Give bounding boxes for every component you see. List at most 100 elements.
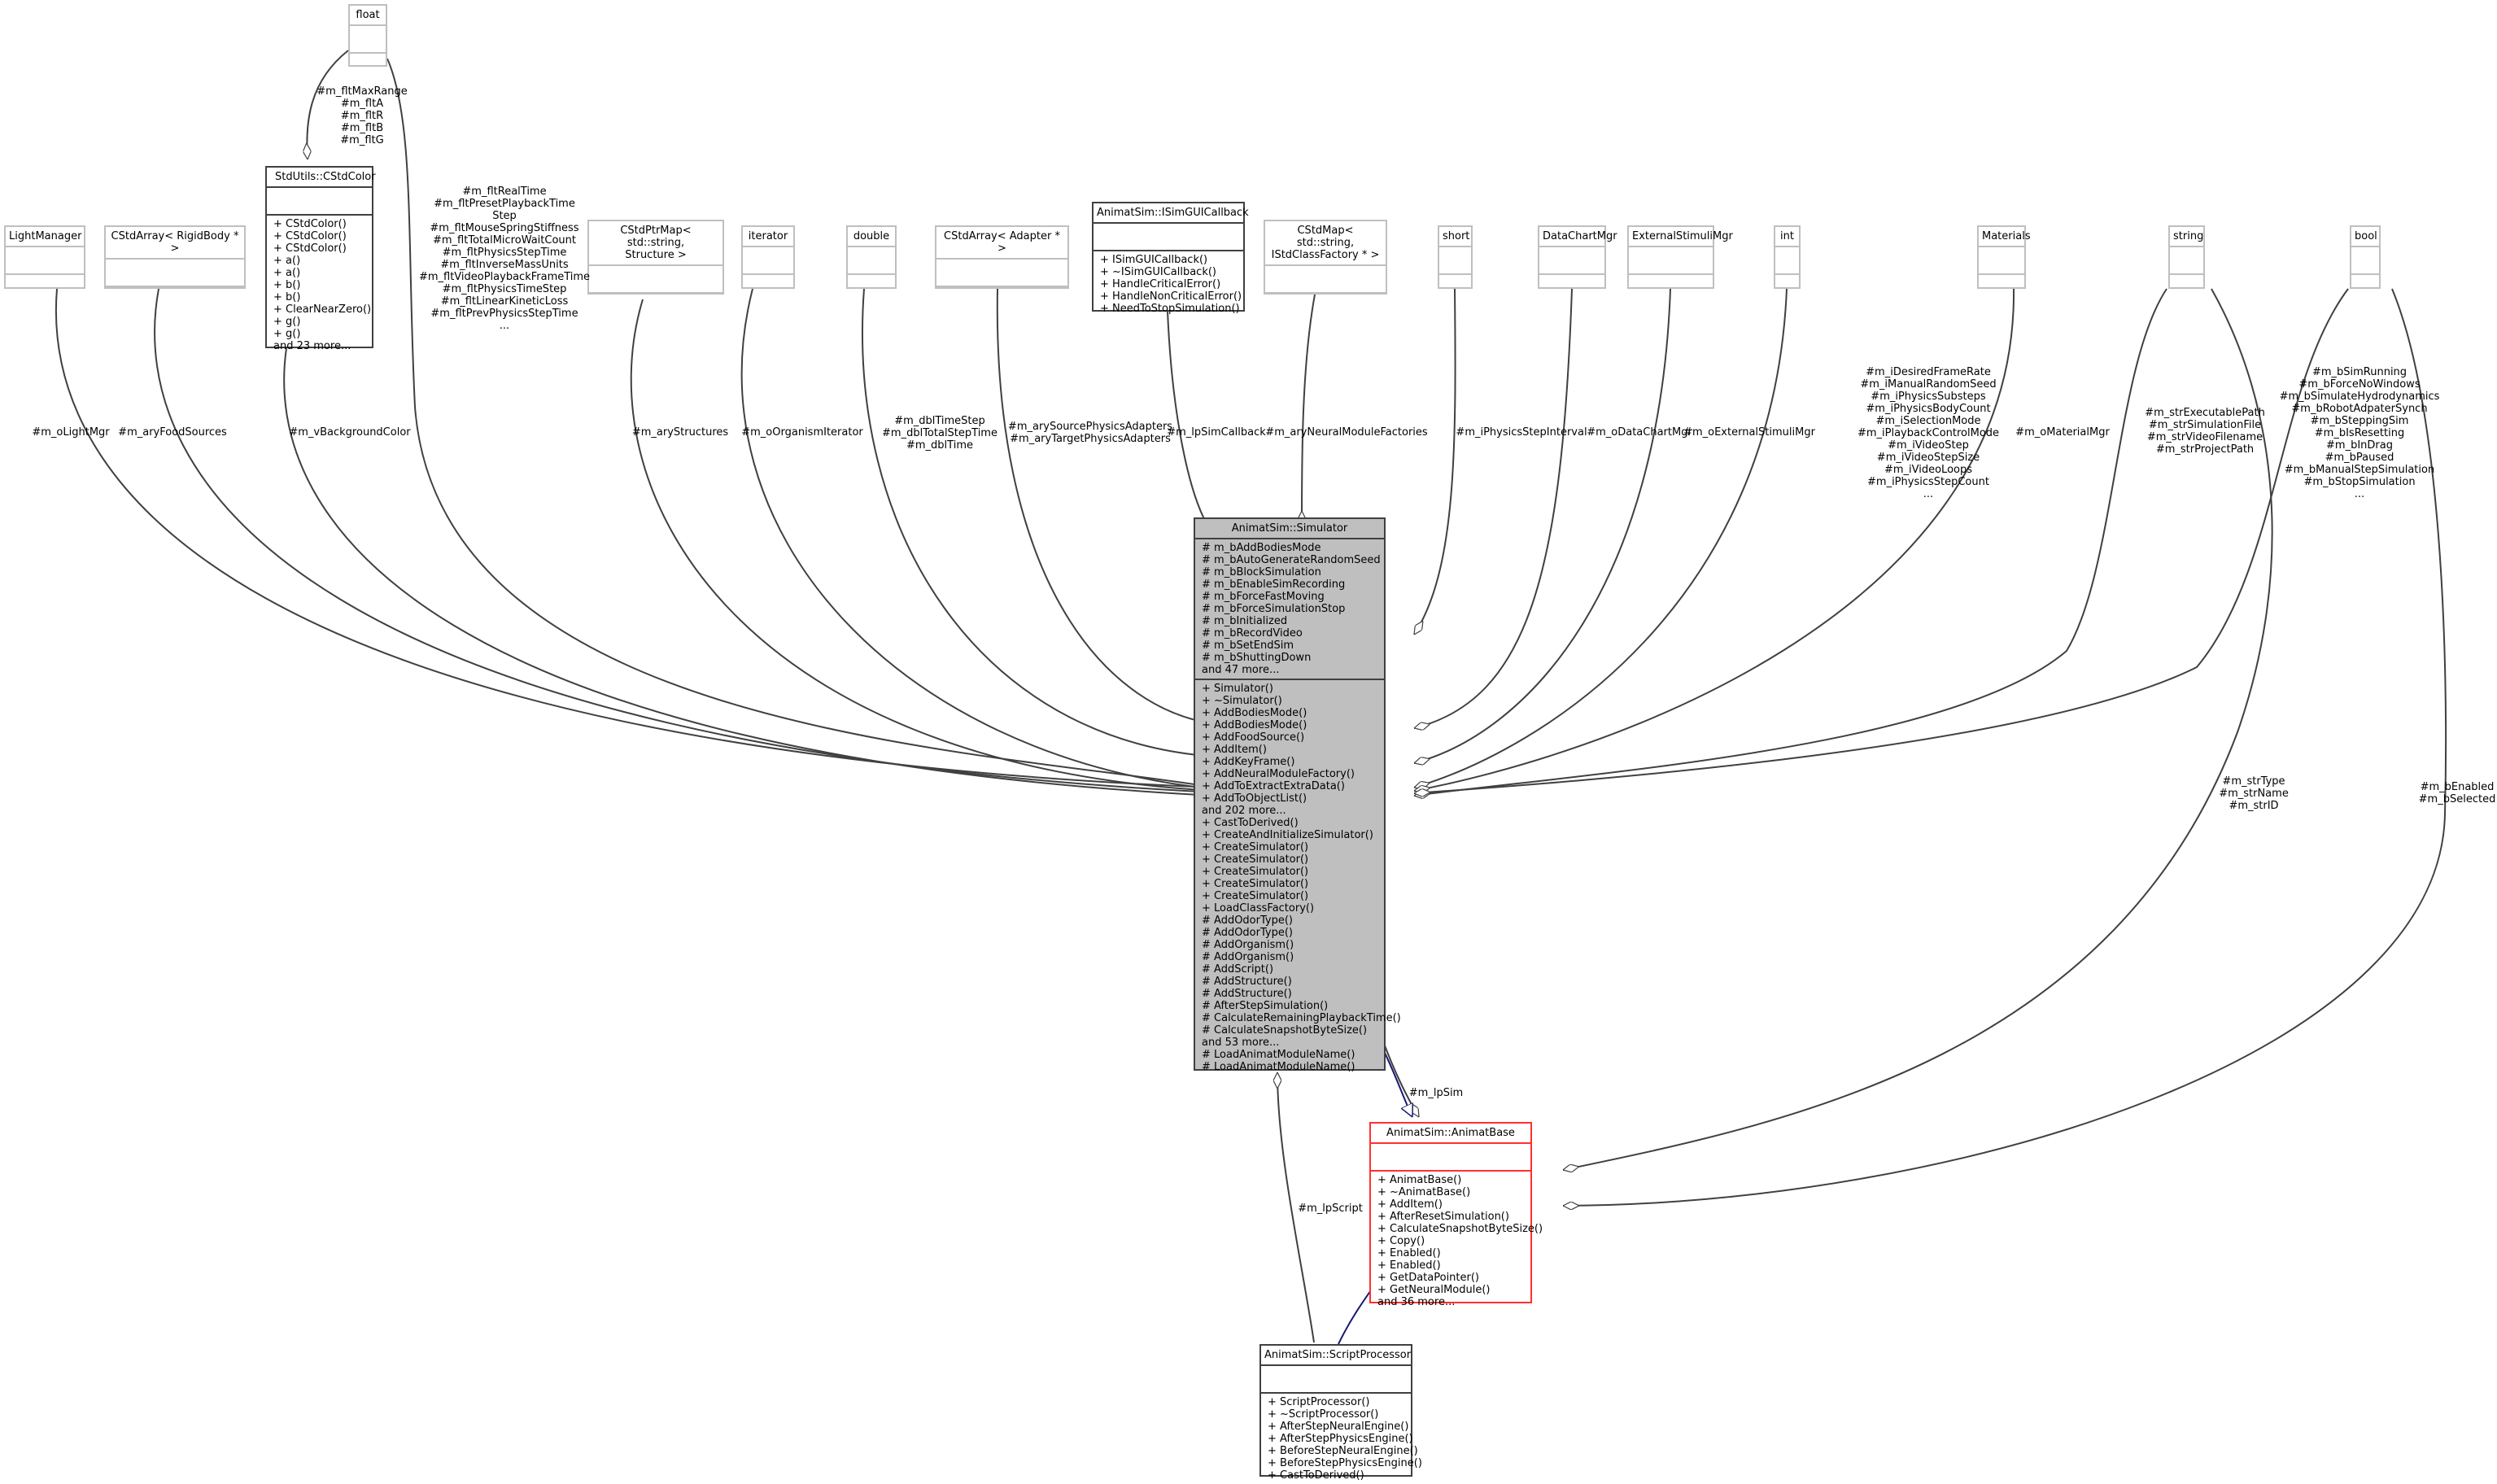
method-item[interactable]: + AddFoodSource() xyxy=(1202,731,1377,744)
method-item[interactable]: + HandleCriticalError() xyxy=(1100,278,1237,290)
method-item[interactable]: + CastToDerived() xyxy=(1268,1469,1404,1482)
class-node-datachartmgr[interactable]: DataChartMgr xyxy=(1538,225,1617,289)
method-item[interactable]: # CalculateSnapshotByteSize() xyxy=(1202,1024,1377,1037)
attribute-item[interactable]: # m_bInitialized xyxy=(1202,615,1377,627)
method-item[interactable]: # AddOdorType() xyxy=(1202,914,1377,927)
method-item[interactable]: + GetDataPointer() xyxy=(1377,1272,1524,1284)
method-item[interactable]: + AddNeuralModuleFactory() xyxy=(1202,768,1377,780)
class-node-float[interactable]: float xyxy=(348,4,387,67)
method-item[interactable]: + ~Simulator() xyxy=(1202,695,1377,707)
method-item[interactable]: + HandleNonCriticalError() xyxy=(1100,290,1242,303)
method-item[interactable]: + CStdColor() xyxy=(273,242,365,255)
method-item[interactable]: and 36 more... xyxy=(1377,1296,1524,1308)
method-item[interactable]: + CStdColor() xyxy=(273,230,365,242)
class-node-short[interactable]: short xyxy=(1438,225,1473,289)
method-item[interactable]: + ScriptProcessor() xyxy=(1268,1396,1404,1408)
attribute-item[interactable]: # m_bShuttingDown xyxy=(1202,652,1377,664)
class-node-cstdcolor[interactable]: StdUtils::CStdColor + CStdColor() + CStdC… xyxy=(265,166,376,352)
class-node-cstdptrmap-structure[interactable]: CStdPtrMap< std::string, Structure > xyxy=(587,220,724,295)
method-item[interactable]: # AddOdorType() xyxy=(1202,927,1377,939)
method-item[interactable]: + AddKeyFrame() xyxy=(1202,756,1377,768)
class-node-externalstimulimgr[interactable]: ExternalStimuliMgr xyxy=(1627,225,1733,289)
method-item[interactable]: + AnimatBase() xyxy=(1377,1174,1524,1186)
method-item[interactable]: + CreateSimulator() xyxy=(1202,841,1377,853)
attribute-item[interactable]: # m_bForceSimulationStop xyxy=(1202,603,1377,615)
method-item[interactable]: # AddOrganism() xyxy=(1202,939,1377,951)
attribute-item[interactable]: # m_bEnableSimRecording xyxy=(1202,578,1377,591)
method-item[interactable]: # CalculateRemainingPlaybackTime() xyxy=(1202,1012,1401,1024)
class-node-iterator[interactable]: iterator xyxy=(741,225,795,289)
method-item[interactable]: + CreateSimulator() xyxy=(1202,866,1377,878)
class-node-simulator[interactable]: AnimatSim::Simulator # m_bAddBodiesMode #… xyxy=(1194,517,1401,1073)
method-item[interactable]: # AfterStepSimulation() xyxy=(1202,1000,1377,1012)
method-item[interactable]: + a() xyxy=(273,255,365,267)
method-item[interactable]: # AddScript() xyxy=(1202,963,1377,976)
attribute-item[interactable]: # m_bRecordVideo xyxy=(1202,627,1377,639)
class-node-bool[interactable]: bool xyxy=(2350,225,2381,289)
method-item[interactable]: + CStdColor() xyxy=(273,218,365,230)
method-item[interactable]: and 202 more... xyxy=(1202,805,1377,817)
method-item[interactable]: # AddOrganism() xyxy=(1202,951,1377,963)
method-item[interactable]: + ClearNearZero() xyxy=(273,303,371,316)
method-item[interactable]: + LoadClassFactory() xyxy=(1202,902,1377,914)
class-node-scriptprocessor[interactable]: AnimatSim::ScriptProcessor + ScriptProce… xyxy=(1259,1344,1422,1482)
class-node-cstdarray-rigidbody[interactable]: CStdArray< RigidBody * > xyxy=(104,225,246,289)
method-item[interactable]: + AddItem() xyxy=(1377,1198,1524,1211)
method-item[interactable]: + AddBodiesMode() xyxy=(1202,719,1377,731)
method-item[interactable]: + GetNeuralModule() xyxy=(1377,1284,1524,1296)
method-item[interactable]: + NeedToStopSimulation() xyxy=(1100,303,1240,315)
class-node-double[interactable]: double xyxy=(846,225,897,289)
class-node-animatbase[interactable]: AnimatSim::AnimatBase + AnimatBase() + ~A… xyxy=(1369,1122,1543,1308)
method-item[interactable]: + AddItem() xyxy=(1202,744,1377,756)
method-item[interactable]: + CreateSimulator() xyxy=(1202,853,1377,866)
method-item[interactable]: + ~ScriptProcessor() xyxy=(1268,1408,1404,1421)
method-item[interactable]: + g() xyxy=(273,328,365,340)
method-item[interactable]: + Enabled() xyxy=(1377,1259,1524,1272)
class-node-string[interactable]: string xyxy=(2168,225,2205,289)
edge-label-text: #m_iPhysicsStepCount xyxy=(1867,476,1989,488)
method-item[interactable]: + b() xyxy=(273,291,365,303)
method-item[interactable]: and 53 more... xyxy=(1202,1037,1377,1049)
method-item[interactable]: # AddStructure() xyxy=(1202,976,1377,988)
class-node-materials[interactable]: Materials xyxy=(1977,225,2031,289)
method-item[interactable]: # LoadAnimatModuleName() xyxy=(1202,1061,1377,1073)
method-item[interactable]: + AddToObjectList() xyxy=(1202,792,1377,805)
attribute-item[interactable]: # m_bBlockSimulation xyxy=(1202,566,1377,578)
attribute-item[interactable]: # m_bAddBodiesMode xyxy=(1202,542,1377,554)
edge-label-text: #m_aryNeuralModuleFactories xyxy=(1265,426,1428,439)
method-item[interactable]: # AddStructure() xyxy=(1202,988,1377,1000)
method-item[interactable]: + b() xyxy=(273,279,365,291)
attribute-item[interactable]: # m_bSetEndSim xyxy=(1202,639,1377,652)
method-item[interactable]: + CreateSimulator() xyxy=(1202,878,1377,890)
class-node-lightmanager[interactable]: LightManager xyxy=(4,225,85,289)
method-item[interactable]: + ISimGUICallback() xyxy=(1100,254,1237,266)
attribute-item[interactable]: # m_bForceFastMoving xyxy=(1202,591,1377,603)
method-item[interactable]: # LoadAnimatModuleName() xyxy=(1202,1049,1377,1061)
class-node-isimguicallback[interactable]: AnimatSim::ISimGUICallback + ISimGUICall… xyxy=(1092,202,1249,315)
method-item[interactable]: + AfterStepPhysicsEngine() xyxy=(1268,1433,1413,1445)
method-item[interactable]: + Simulator() xyxy=(1202,683,1377,695)
method-item[interactable]: + Enabled() xyxy=(1377,1247,1524,1259)
method-item[interactable]: + AddToExtractExtraData() xyxy=(1202,780,1377,792)
method-item[interactable]: + ~ISimGUICallback() xyxy=(1100,266,1237,278)
method-item[interactable]: + CreateAndInitializeSimulator() xyxy=(1202,829,1377,841)
attribute-item[interactable]: and 47 more... xyxy=(1202,664,1377,676)
class-node-cstdmap-factory[interactable]: CStdMap< std::string, IStdClassFactory *… xyxy=(1264,220,1387,295)
method-item[interactable]: + g() xyxy=(273,316,365,328)
method-item[interactable]: + AfterStepNeuralEngine() xyxy=(1268,1421,1408,1433)
attribute-item[interactable]: # m_bAutoGenerateRandomSeed xyxy=(1202,554,1381,566)
edge-bool-sim xyxy=(1414,288,2349,793)
method-item[interactable]: + CalculateSnapshotByteSize() xyxy=(1377,1223,1543,1235)
method-item[interactable]: and 23 more... xyxy=(273,340,365,352)
method-item[interactable]: + CreateSimulator() xyxy=(1202,890,1377,902)
method-item[interactable]: + a() xyxy=(273,267,365,279)
method-item[interactable]: + BeforeStepPhysicsEngine() xyxy=(1268,1457,1422,1469)
method-item[interactable]: + CastToDerived() xyxy=(1202,817,1377,829)
class-node-cstdarray-adapter[interactable]: CStdArray< Adapter * > xyxy=(935,225,1069,289)
method-item[interactable]: + ~AnimatBase() xyxy=(1377,1186,1524,1198)
method-item[interactable]: + Copy() xyxy=(1377,1235,1524,1247)
method-item[interactable]: + BeforeStepNeuralEngine() xyxy=(1268,1445,1418,1457)
class-node-int[interactable]: int xyxy=(1774,225,1801,289)
method-item[interactable]: + AddBodiesMode() xyxy=(1202,707,1377,719)
method-item[interactable]: + AfterResetSimulation() xyxy=(1377,1211,1524,1223)
